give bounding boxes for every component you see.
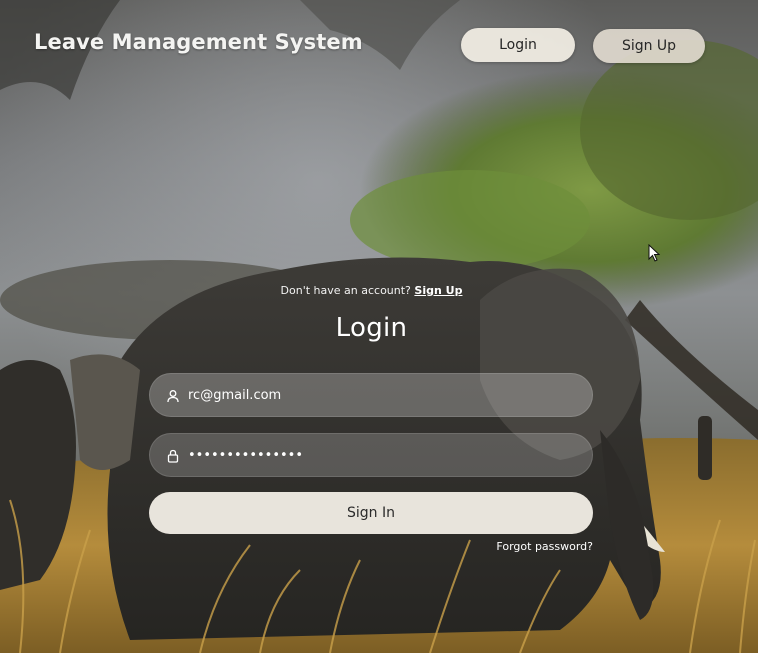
forgot-password-link[interactable]: Forgot password? — [440, 540, 593, 553]
login-page: Leave Management System Login Sign Up Do… — [0, 0, 758, 653]
form-title: Login — [335, 313, 408, 343]
password-input[interactable] — [188, 434, 578, 476]
header-signup-button[interactable]: Sign Up — [593, 29, 705, 63]
signup-link[interactable]: Sign Up — [414, 284, 462, 297]
mouse-cursor-icon — [648, 243, 661, 262]
signin-button[interactable]: Sign In — [149, 492, 593, 534]
signup-prompt-text: Don't have an account? — [280, 284, 411, 297]
lock-icon — [166, 448, 180, 463]
app-title: Leave Management System — [34, 30, 363, 54]
user-icon — [166, 388, 180, 403]
header-login-button[interactable]: Login — [461, 28, 575, 62]
signup-prompt: Don't have an account? Sign Up — [0, 284, 743, 297]
email-input[interactable] — [188, 374, 578, 416]
email-field[interactable] — [149, 373, 593, 417]
password-field[interactable] — [149, 433, 593, 477]
